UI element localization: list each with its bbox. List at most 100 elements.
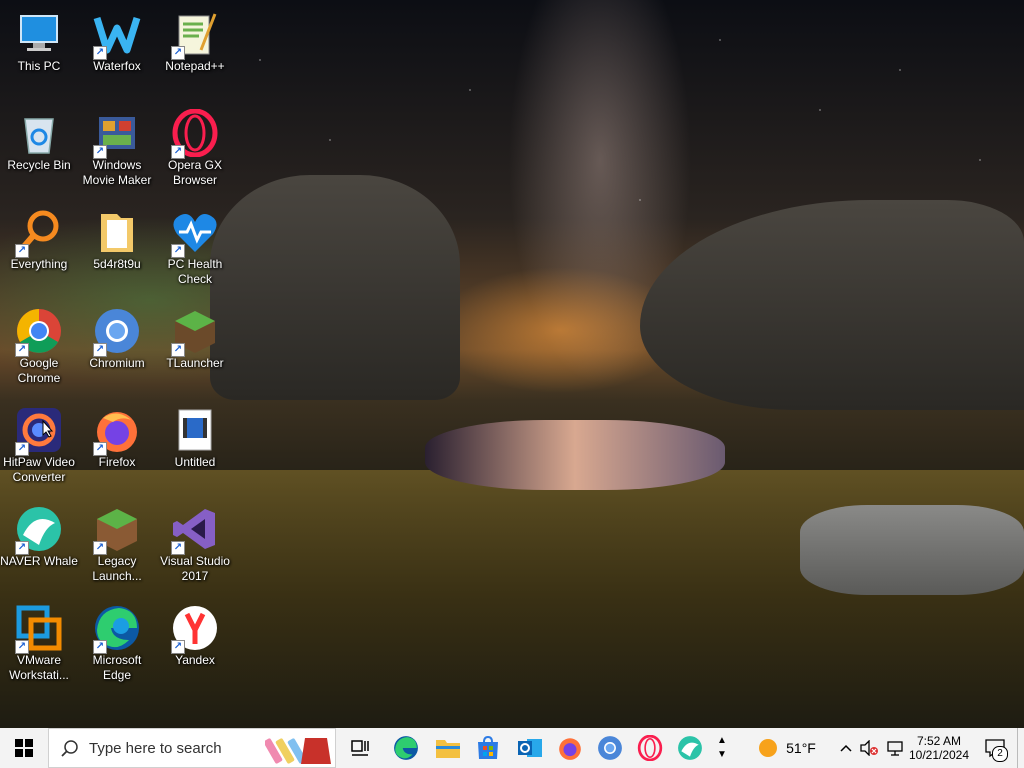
desktop-icon-label: Chromium bbox=[89, 356, 145, 370]
shortcut-arrow-icon: ↗ bbox=[93, 541, 107, 555]
taskbar-microsoft-store[interactable] bbox=[470, 728, 506, 768]
desktop-icon-label: Opera GX Browser bbox=[167, 158, 223, 187]
desktop-icon-visual-studio[interactable]: ↗ Visual Studio 2017 bbox=[156, 499, 234, 593]
desktop-icon-label: Legacy Launch... bbox=[92, 554, 142, 583]
desktop-icon-label: Visual Studio 2017 bbox=[160, 554, 230, 583]
action-center-button[interactable]: 2 bbox=[976, 728, 1014, 768]
search-highlight-icon bbox=[265, 738, 331, 764]
desktop-icon-pc-health-check[interactable]: ↗ PC Health Check bbox=[156, 202, 234, 296]
desktop-icon-notepad-plus-plus[interactable]: ↗ Notepad++ bbox=[156, 4, 234, 98]
taskbar-outlook[interactable] bbox=[512, 728, 548, 768]
shortcut-arrow-icon: ↗ bbox=[15, 541, 29, 555]
desktop-icon-label: PC Health Check bbox=[167, 257, 223, 286]
notification-count-badge: 2 bbox=[992, 746, 1008, 762]
this-pc-icon bbox=[15, 10, 63, 58]
shortcut-arrow-icon: ↗ bbox=[171, 244, 185, 258]
desktop-icon-label: Waterfox bbox=[93, 59, 141, 73]
desktop-icon-yandex[interactable]: ↗ Yandex bbox=[156, 598, 234, 692]
chevron-up-icon[interactable]: ▲ bbox=[717, 734, 727, 748]
clock-time: 7:52 AM bbox=[916, 734, 962, 748]
taskbar-chromium[interactable] bbox=[592, 728, 628, 768]
desktop-icon-hitpaw[interactable]: ↗ HitPaw Video Converter bbox=[0, 400, 78, 494]
desktop-icon-microsoft-edge[interactable]: ↗ Microsoft Edge bbox=[78, 598, 156, 692]
microsoft-store-icon bbox=[478, 736, 498, 759]
desktop-icon-legacy-launcher[interactable]: ↗ Legacy Launch... bbox=[78, 499, 156, 593]
chevron-down-icon[interactable]: ▼ bbox=[717, 748, 727, 762]
file-explorer-icon bbox=[436, 740, 460, 758]
desktop-icon-tlauncher[interactable]: ↗ TLauncher bbox=[156, 301, 234, 395]
folder-icon bbox=[93, 208, 141, 256]
desktop-icon-label: This PC bbox=[17, 59, 61, 73]
shortcut-arrow-icon: ↗ bbox=[171, 640, 185, 654]
desktop-icon-label: HitPaw Video Converter bbox=[3, 455, 75, 484]
network-icon bbox=[887, 741, 903, 756]
taskbar: Type here to search ▲ ▼ 51°F 7:52 AM 10/… bbox=[0, 728, 1024, 768]
shortcut-arrow-icon: ↗ bbox=[15, 343, 29, 357]
wallpaper-rock-flat bbox=[800, 505, 1024, 595]
desktop-icon-naver-whale[interactable]: ↗ NAVER Whale bbox=[0, 499, 78, 593]
shortcut-arrow-icon: ↗ bbox=[171, 46, 185, 60]
desktop-icon-recycle-bin[interactable]: Recycle Bin bbox=[0, 103, 78, 197]
shortcut-arrow-icon: ↗ bbox=[15, 640, 29, 654]
outlook-icon bbox=[518, 739, 542, 757]
desktop-icon-label: Google Chrome bbox=[17, 356, 61, 385]
desktop-icon-chromium[interactable]: ↗ Chromium bbox=[78, 301, 156, 395]
opera-icon bbox=[637, 735, 663, 761]
desktop-icon-label: Yandex bbox=[175, 653, 215, 667]
taskbar-naver-whale[interactable] bbox=[672, 728, 708, 768]
taskbar-overflow-scroller[interactable]: ▲ ▼ bbox=[712, 728, 732, 768]
chromium-icon bbox=[598, 736, 622, 760]
network-button[interactable] bbox=[884, 728, 906, 768]
desktop-icon-label: Everything bbox=[10, 257, 68, 271]
shortcut-arrow-icon: ↗ bbox=[171, 541, 185, 555]
volume-button[interactable] bbox=[858, 728, 880, 768]
shortcut-arrow-icon: ↗ bbox=[93, 442, 107, 456]
shortcut-arrow-icon: ↗ bbox=[171, 145, 185, 159]
desktop-icon-waterfox[interactable]: ↗ Waterfox bbox=[78, 4, 156, 98]
task-view-button[interactable] bbox=[344, 728, 376, 768]
desktop-icon-label: TLauncher bbox=[166, 356, 224, 370]
mouse-cursor-icon bbox=[42, 420, 54, 438]
desktop-icon-firefox[interactable]: ↗ Firefox bbox=[78, 400, 156, 494]
desktop-icon-label: Notepad++ bbox=[165, 59, 225, 73]
shortcut-arrow-icon: ↗ bbox=[93, 640, 107, 654]
taskbar-edge[interactable] bbox=[388, 728, 424, 768]
desktop-icon-label: Firefox bbox=[98, 455, 136, 469]
shortcut-arrow-icon: ↗ bbox=[15, 244, 29, 258]
clock[interactable]: 7:52 AM 10/21/2024 bbox=[906, 728, 972, 768]
desktop-icon-opera-gx[interactable]: ↗ Opera GX Browser bbox=[156, 103, 234, 197]
taskbar-search-box[interactable]: Type here to search bbox=[48, 728, 336, 768]
naver-whale-icon bbox=[678, 736, 702, 760]
windows-logo-icon bbox=[15, 739, 33, 757]
shortcut-arrow-icon: ↗ bbox=[93, 145, 107, 159]
search-icon bbox=[61, 740, 78, 757]
show-hidden-icons-button[interactable] bbox=[836, 728, 856, 768]
shortcut-arrow-icon: ↗ bbox=[171, 343, 185, 357]
sun-icon bbox=[759, 739, 778, 757]
taskbar-opera[interactable] bbox=[632, 728, 668, 768]
show-desktop-button[interactable] bbox=[1017, 728, 1024, 768]
desktop-icon-vmware[interactable]: ↗ VMware Workstati... bbox=[0, 598, 78, 692]
volume-muted-icon bbox=[860, 740, 878, 756]
weather-widget[interactable]: 51°F bbox=[752, 728, 822, 768]
task-view-icon bbox=[351, 740, 369, 756]
desktop-icon-untitled[interactable]: Untitled bbox=[156, 400, 234, 494]
desktop-icon-google-chrome[interactable]: ↗ Google Chrome bbox=[0, 301, 78, 395]
desktop-icon-label: Recycle Bin bbox=[7, 158, 71, 172]
taskbar-file-explorer[interactable] bbox=[430, 728, 466, 768]
shortcut-arrow-icon: ↗ bbox=[93, 343, 107, 357]
clock-date: 10/21/2024 bbox=[908, 748, 970, 762]
desktop-icon-everything[interactable]: ↗ Everything bbox=[0, 202, 78, 296]
desktop-icon-folder-5d4r8t9u[interactable]: 5d4r8t9u bbox=[78, 202, 156, 296]
start-button[interactable] bbox=[0, 728, 48, 768]
desktop-icon-label: VMware Workstati... bbox=[9, 653, 69, 682]
desktop-icon-this-pc[interactable]: This PC bbox=[0, 4, 78, 98]
weather-temp: 51°F bbox=[786, 740, 816, 756]
chevron-up-icon bbox=[840, 744, 852, 752]
wallpaper-rock-left bbox=[210, 175, 460, 400]
recycle-bin-icon bbox=[15, 109, 63, 157]
desktop-icon-movie-maker[interactable]: ↗ Windows Movie Maker bbox=[78, 103, 156, 197]
firefox-icon bbox=[559, 738, 581, 760]
taskbar-firefox[interactable] bbox=[552, 728, 588, 768]
search-placeholder: Type here to search bbox=[89, 740, 222, 757]
